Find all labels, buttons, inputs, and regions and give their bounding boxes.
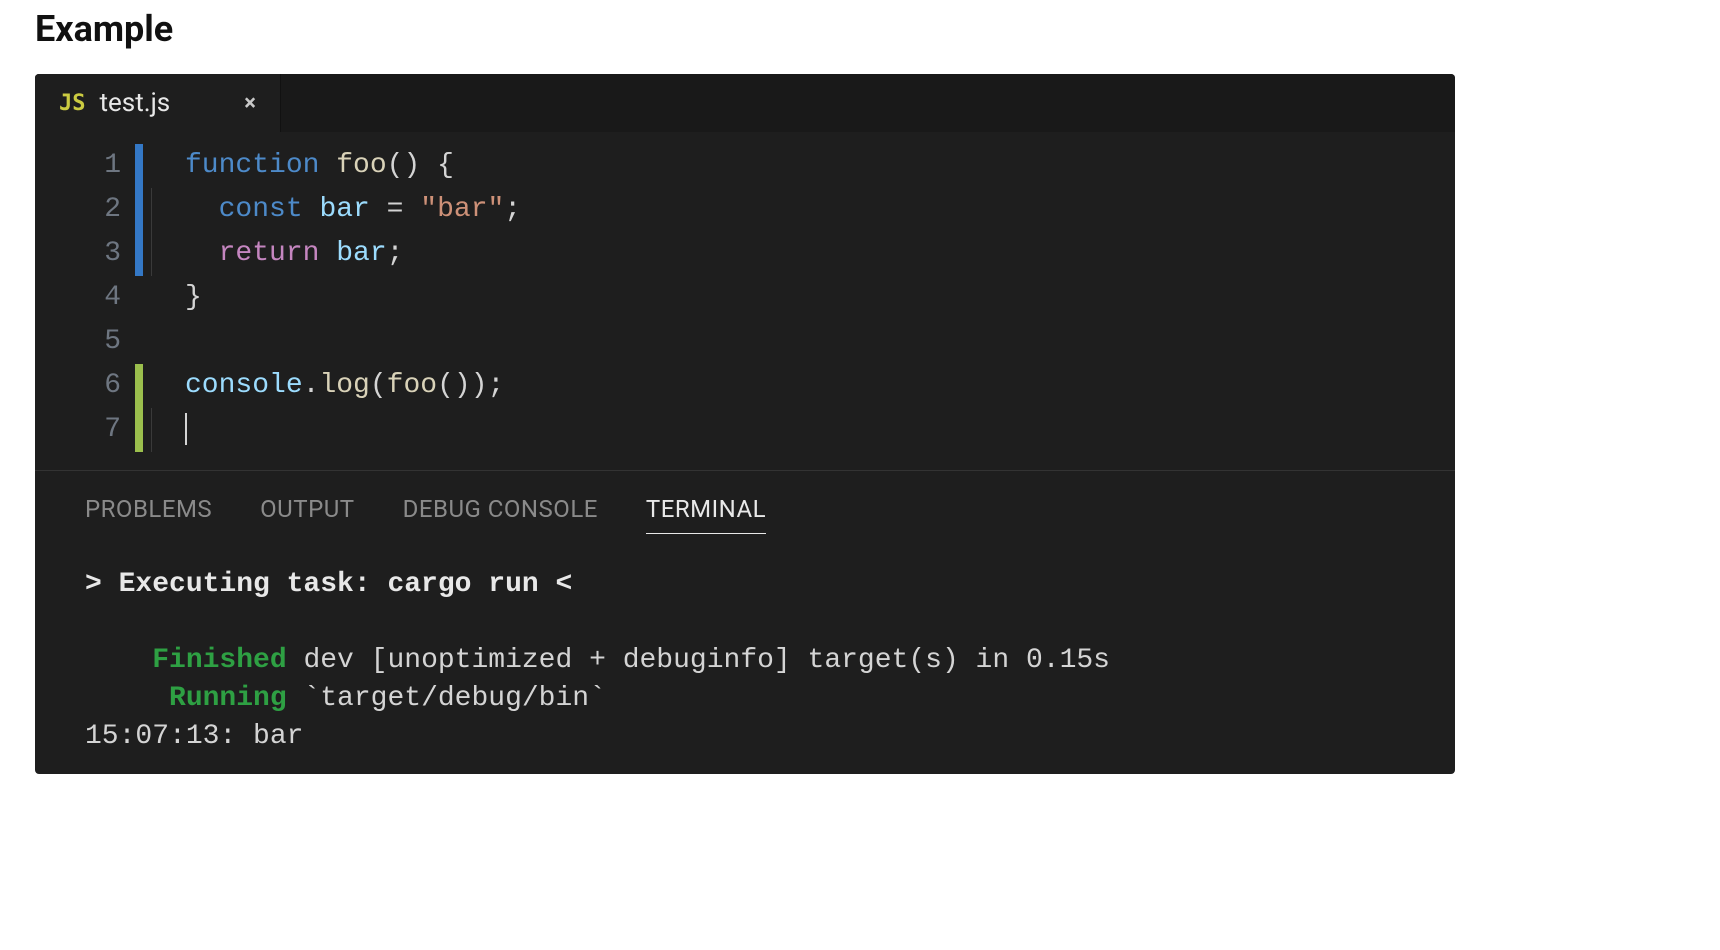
line-number: 6	[35, 364, 135, 408]
js-file-icon: JS	[59, 91, 86, 116]
code-text: function foo() {	[185, 144, 454, 188]
code-line: 6 console.log(foo());	[35, 364, 1455, 408]
editor-tabbar: JS test.js ×	[35, 74, 1455, 132]
code-editor[interactable]: 1 function foo() { 2 const bar = "bar"; …	[35, 132, 1455, 470]
code-line: 7	[35, 408, 1455, 452]
line-number: 1	[35, 144, 135, 188]
line-number: 7	[35, 408, 135, 452]
code-text	[185, 408, 187, 452]
terminal-output[interactable]: > Executing task: cargo run < Finished d…	[35, 542, 1455, 774]
terminal-finished-rest: dev [unoptimized + debuginfo] target(s) …	[287, 645, 1110, 676]
git-gutter-modified	[135, 188, 143, 232]
line-number: 4	[35, 276, 135, 320]
line-number: 3	[35, 232, 135, 276]
terminal-output-line: 15:07:13: bar	[85, 721, 303, 752]
tab-terminal[interactable]: TERMINAL	[646, 495, 766, 534]
close-icon[interactable]: ×	[244, 91, 256, 116]
file-tab-testjs[interactable]: JS test.js ×	[35, 74, 281, 132]
code-line: 1 function foo() {	[35, 144, 1455, 188]
tab-output[interactable]: OUTPUT	[260, 495, 354, 534]
line-number: 2	[35, 188, 135, 232]
code-line: 2 const bar = "bar";	[35, 188, 1455, 232]
code-text: const bar = "bar";	[185, 188, 521, 232]
editor-frame: JS test.js × 1 function foo() { 2 const …	[35, 74, 1455, 774]
git-gutter-added	[135, 408, 143, 452]
code-text: return bar;	[185, 232, 403, 276]
git-gutter-modified	[135, 232, 143, 276]
code-line: 4 }	[35, 276, 1455, 320]
code-text: }	[185, 276, 202, 320]
git-gutter-added	[135, 364, 143, 408]
line-number: 5	[35, 320, 135, 364]
file-tab-label: test.js	[100, 88, 171, 118]
tab-debug-console[interactable]: DEBUG CONSOLE	[403, 495, 598, 534]
terminal-running-label: Running	[169, 683, 287, 714]
text-cursor	[185, 413, 187, 445]
bottom-panel: PROBLEMS OUTPUT DEBUG CONSOLE TERMINAL >…	[35, 470, 1455, 774]
code-line: 5	[35, 320, 1455, 364]
terminal-running-rest: `target/debug/bin`	[287, 683, 606, 714]
terminal-exec-line: > Executing task: cargo run <	[85, 569, 572, 600]
example-heading: Example	[35, 8, 1685, 50]
code-text: console.log(foo());	[185, 364, 504, 408]
code-line: 3 return bar;	[35, 232, 1455, 276]
terminal-finished-label: Finished	[152, 645, 286, 676]
git-gutter-modified	[135, 144, 143, 188]
tab-problems[interactable]: PROBLEMS	[85, 495, 212, 534]
panel-tabbar: PROBLEMS OUTPUT DEBUG CONSOLE TERMINAL	[35, 471, 1455, 542]
